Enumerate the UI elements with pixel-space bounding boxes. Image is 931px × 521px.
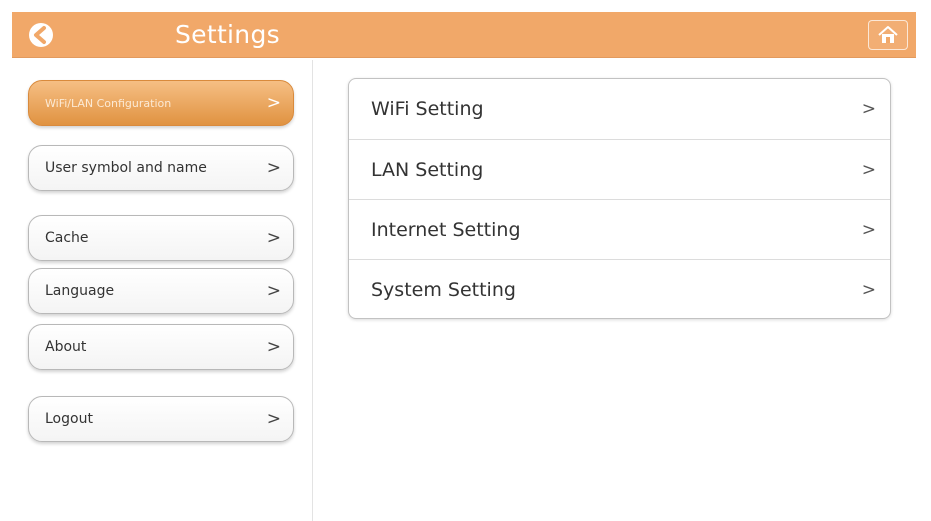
sidebar-item-about[interactable]: About > <box>28 324 294 370</box>
list-item-wifi-setting[interactable]: WiFi Setting > <box>349 79 890 139</box>
sidebar-item-label: User symbol and name <box>45 160 207 176</box>
page-title: Settings <box>175 20 280 49</box>
list-item-lan-setting[interactable]: LAN Setting > <box>349 139 890 199</box>
chevron-right-icon: > <box>266 337 281 357</box>
chevron-right-icon: > <box>266 93 281 113</box>
sidebar-item-wifi-lan-configuration[interactable]: WiFi/LAN Configuration > <box>28 80 294 126</box>
chevron-right-icon: > <box>266 158 281 178</box>
sidebar-item-cache[interactable]: Cache > <box>28 215 294 261</box>
chevron-right-icon: > <box>861 279 876 300</box>
chevron-right-icon: > <box>266 409 281 429</box>
list-item-system-setting[interactable]: System Setting > <box>349 259 890 318</box>
chevron-right-icon: > <box>861 159 876 180</box>
sidebar-item-label: About <box>45 339 87 355</box>
list-item-label: Internet Setting <box>371 218 521 241</box>
chevron-right-icon: > <box>861 99 876 119</box>
settings-list-card: WiFi Setting > LAN Setting > Internet Se… <box>348 78 891 319</box>
list-item-label: WiFi Setting <box>371 98 484 120</box>
sidebar-item-label: Language <box>45 283 115 299</box>
sidebar-item-user-symbol-and-name[interactable]: User symbol and name > <box>28 145 294 191</box>
back-button[interactable] <box>26 20 56 50</box>
home-icon <box>878 26 898 43</box>
sidebar-item-label: Cache <box>45 230 89 246</box>
home-button[interactable] <box>868 20 908 50</box>
list-item-label: System Setting <box>371 278 516 301</box>
list-item-internet-setting[interactable]: Internet Setting > <box>349 199 890 259</box>
panel-divider <box>312 60 313 521</box>
sidebar-item-logout[interactable]: Logout > <box>28 396 294 442</box>
chevron-right-icon: > <box>861 219 876 240</box>
sidebar-item-label: Logout <box>45 411 93 427</box>
sidebar-item-language[interactable]: Language > <box>28 268 294 314</box>
sidebar-item-label: WiFi/LAN Configuration <box>45 96 172 110</box>
header-bar: Settings <box>12 12 916 58</box>
list-item-label: LAN Setting <box>371 158 484 181</box>
back-arrow-icon <box>29 23 53 47</box>
chevron-right-icon: > <box>266 281 281 301</box>
chevron-right-icon: > <box>266 228 281 248</box>
